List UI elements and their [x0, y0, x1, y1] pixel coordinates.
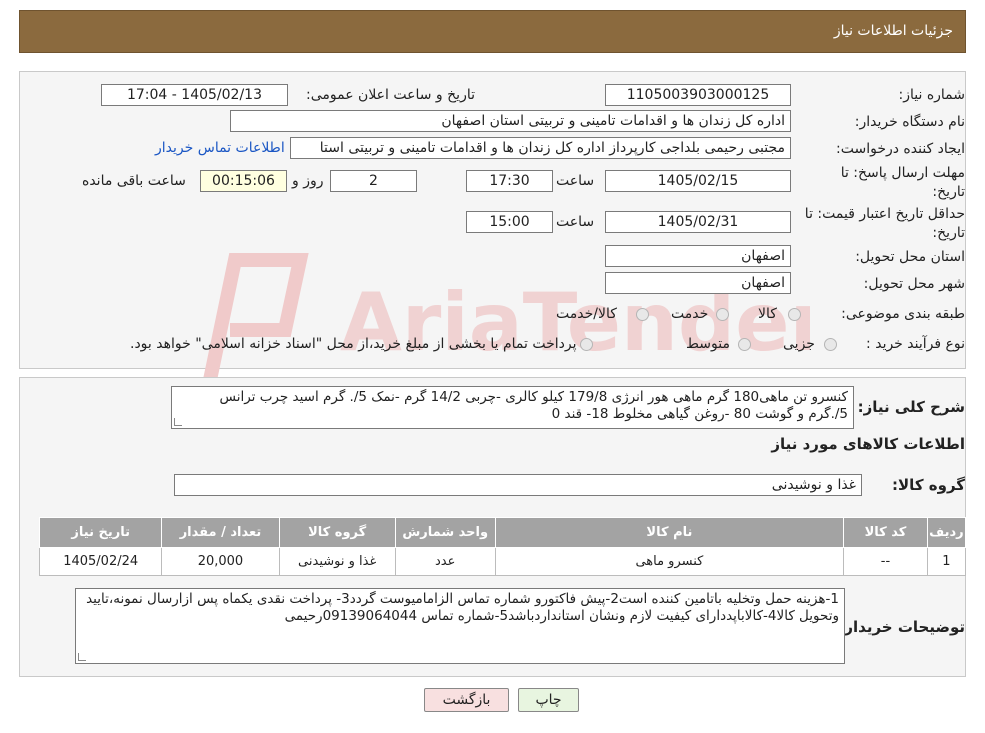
process-medium-label: متوسط	[686, 336, 730, 352]
remaining-time-field: 00:15:06	[200, 170, 287, 192]
cell-row: 1	[926, 547, 967, 576]
col-group: گروه کالا	[278, 517, 396, 548]
page-title: جزئیات اطلاعات نیاز	[833, 23, 953, 39]
goods-info-title: اطلاعات کالاهای مورد نیاز	[771, 435, 965, 453]
goods-group-field: غذا و نوشیدنی	[174, 474, 862, 496]
cell-code: --	[843, 547, 928, 576]
buyer-label: نام دستگاه خریدار:	[854, 114, 965, 130]
resize-handle-icon[interactable]	[174, 418, 182, 426]
process-label: نوع فرآیند خرید :	[866, 336, 965, 352]
need-number-field: 1105003903000125	[605, 84, 791, 106]
announce-label: تاریخ و ساعت اعلان عمومی:	[306, 87, 475, 103]
city-field: اصفهان	[605, 272, 791, 294]
table-row: 1 -- کنسرو ماهی عدد غذا و نوشیدنی 20,000…	[38, 547, 967, 576]
creator-field: مجتبی رحیمی بلداجی کارپرداز اداره کل زند…	[290, 137, 791, 159]
print-button[interactable]: چاپ	[518, 688, 579, 712]
process-note: پرداخت تمام یا بخشی از مبلغ خرید،از محل …	[130, 336, 577, 352]
goods-group-label: گروه کالا:	[892, 476, 965, 494]
validity-time-label: ساعت	[556, 214, 595, 230]
deadline-time-field: 17:30	[466, 170, 553, 192]
remaining-label: ساعت باقی مانده	[82, 173, 186, 189]
col-need-date: تاریخ نیاز	[38, 517, 163, 548]
city-label: شهر محل تحویل:	[863, 276, 965, 292]
validity-label: حداقل تاریخ اعتبار قیمت: تا	[804, 206, 965, 222]
col-code: کد کالا	[843, 517, 928, 548]
buyer-notes-label: توضیحات خریدار:	[838, 618, 965, 636]
validity-label-2: تاریخ:	[932, 225, 965, 241]
category-goods-service-label: کالا/خدمت	[556, 306, 617, 322]
validity-date-field: 1405/02/31	[605, 211, 791, 233]
cell-quantity: 20,000	[161, 547, 280, 576]
cell-group: غذا و نوشیدنی	[278, 547, 396, 576]
category-service-radio[interactable]	[716, 308, 729, 321]
deadline-time-label: ساعت	[556, 173, 595, 189]
announce-field: 1405/02/13 - 17:04	[101, 84, 288, 106]
summary-textarea[interactable]: کنسرو تن ماهی180 گرم ماهی هور انرژی 179/…	[171, 386, 854, 429]
category-goods-radio[interactable]	[788, 308, 801, 321]
need-number-label: شماره نیاز:	[898, 87, 966, 103]
process-minor-label: جزیی	[783, 336, 815, 352]
col-name: نام کالا	[494, 517, 845, 548]
goods-table-header: ردیف کد کالا نام کالا واحد شمارش گروه کا…	[38, 517, 967, 548]
category-goods-label: کالا	[758, 306, 777, 322]
deadline-label: مهلت ارسال پاسخ: تا	[840, 165, 965, 181]
goods-table: ردیف کد کالا نام کالا واحد شمارش گروه کا…	[38, 517, 967, 576]
process-minor-radio[interactable]	[824, 338, 837, 351]
buyer-field: اداره کل زندان ها و اقدامات تامینی و ترب…	[230, 110, 791, 132]
category-goods-service-radio[interactable]	[636, 308, 649, 321]
treasury-checkbox[interactable]	[580, 338, 593, 351]
category-label: طبقه بندی موضوعی:	[841, 306, 965, 322]
days-label: روز و	[292, 173, 324, 189]
category-service-label: خدمت	[671, 306, 709, 322]
summary-label: شرح کلی نیاز:	[857, 398, 965, 416]
summary-text: کنسرو تن ماهی180 گرم ماهی هور انرژی 179/…	[219, 389, 849, 422]
deadline-label-2: تاریخ:	[932, 184, 965, 200]
cell-name: کنسرو ماهی	[494, 547, 845, 576]
page-header: جزئیات اطلاعات نیاز	[19, 10, 966, 53]
buyer-notes-text: 1-هزینه حمل وتخلیه باتامین کننده است2-پی…	[86, 591, 839, 624]
cell-unit: عدد	[394, 547, 496, 576]
col-row: ردیف	[926, 517, 967, 548]
province-label: استان محل تحویل:	[855, 249, 965, 265]
creator-label: ایجاد کننده درخواست:	[836, 141, 965, 157]
back-button[interactable]: بازگشت	[424, 688, 509, 712]
process-medium-radio[interactable]	[738, 338, 751, 351]
buyer-contact-link[interactable]: اطلاعات تماس خریدار	[155, 140, 285, 156]
days-field: 2	[330, 170, 417, 192]
deadline-date-field: 1405/02/15	[605, 170, 791, 192]
col-quantity: تعداد / مقدار	[161, 517, 280, 548]
province-field: اصفهان	[605, 245, 791, 267]
col-unit: واحد شمارش	[394, 517, 496, 548]
buyer-notes-textarea[interactable]: 1-هزینه حمل وتخلیه باتامین کننده است2-پی…	[75, 588, 845, 664]
validity-time-field: 15:00	[466, 211, 553, 233]
resize-handle-icon[interactable]	[78, 653, 86, 661]
cell-need-date: 1405/02/24	[38, 547, 163, 576]
